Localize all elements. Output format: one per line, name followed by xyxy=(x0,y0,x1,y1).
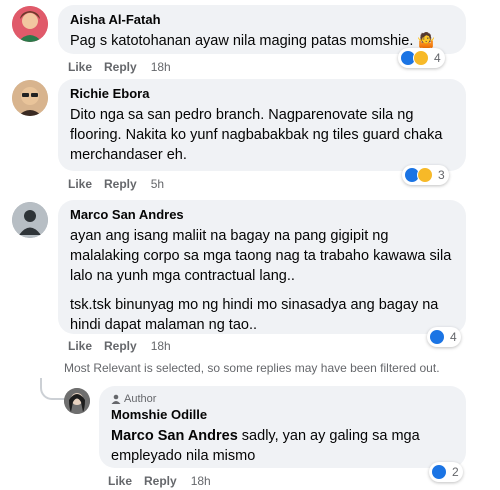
avatar[interactable] xyxy=(12,80,48,116)
reaction-summary[interactable]: 3 xyxy=(402,165,449,185)
reaction-summary[interactable]: 4 xyxy=(427,327,461,347)
comment-paragraph: ayan ang isang maliit na bagay na pang g… xyxy=(70,228,452,284)
avatar-photo-icon xyxy=(12,80,48,116)
avatar[interactable] xyxy=(12,202,48,238)
author-badge: Author xyxy=(111,392,454,406)
reply-thread-line xyxy=(40,378,64,400)
author-badge-label: Author xyxy=(124,393,157,405)
avatar-photo-icon xyxy=(12,202,48,238)
reaction-count: 4 xyxy=(434,51,441,65)
comment-actions: Like Reply 18h xyxy=(68,60,171,74)
comment-text: ayan ang isang maliit na bagay na pang g… xyxy=(70,226,454,335)
comment-author[interactable]: Aisha Al-Fatah xyxy=(70,12,454,28)
comment-paragraph: tsk.tsk binunyag mo ng hindi mo sinasady… xyxy=(70,297,439,333)
reply-mention[interactable]: Marco San Andres xyxy=(111,428,238,444)
reply-author[interactable]: Momshie Odille xyxy=(111,407,454,423)
like-button[interactable]: Like xyxy=(108,474,132,488)
reply-actions: Like Reply 18h xyxy=(108,474,211,488)
reaction-count: 4 xyxy=(450,330,457,344)
avatar-photo-icon xyxy=(64,388,90,414)
comment-bubble: Richie Ebora Dito nga sa san pedro branc… xyxy=(58,79,466,171)
filter-note: Most Relevant is selected, so some repli… xyxy=(64,361,440,375)
sad-reaction-icon xyxy=(413,50,429,66)
avatar[interactable] xyxy=(12,6,48,42)
reaction-count: 3 xyxy=(438,168,445,182)
like-button[interactable]: Like xyxy=(68,177,92,191)
like-reaction-icon xyxy=(431,464,447,480)
comment-bubble: Marco San Andres ayan ang isang maliit n… xyxy=(58,200,466,334)
comment-bubble: Aisha Al-Fatah Pag s katotohanan ayaw ni… xyxy=(58,5,466,54)
avatar[interactable] xyxy=(64,388,90,414)
reply-text: Marco San Andres sadly, yan ay galing sa… xyxy=(111,426,454,466)
avatar-photo-icon xyxy=(12,6,48,42)
reaction-summary[interactable]: 2 xyxy=(429,462,463,482)
comment-actions: Like Reply 18h xyxy=(68,339,171,353)
reply-timestamp[interactable]: 18h xyxy=(191,474,211,488)
reply-button[interactable]: Reply xyxy=(104,339,137,353)
like-reaction-icon xyxy=(429,329,445,345)
author-badge-icon xyxy=(111,394,121,404)
reaction-summary[interactable]: 4 xyxy=(398,48,445,68)
reply-bubble: Author Momshie Odille Marco San Andres s… xyxy=(99,386,466,468)
haha-reaction-icon xyxy=(417,167,433,183)
reply-button[interactable]: Reply xyxy=(104,177,137,191)
comment-timestamp[interactable]: 5h xyxy=(151,177,164,191)
like-button[interactable]: Like xyxy=(68,60,92,74)
reply-button[interactable]: Reply xyxy=(104,60,137,74)
comment-timestamp[interactable]: 18h xyxy=(151,339,171,353)
comment-author[interactable]: Richie Ebora xyxy=(70,86,454,102)
comment-author[interactable]: Marco San Andres xyxy=(70,207,454,223)
comment-text: Dito nga sa san pedro branch. Nagparenov… xyxy=(70,107,443,163)
like-button[interactable]: Like xyxy=(68,339,92,353)
comment-text: Pag s katotohanan ayaw nila maging patas… xyxy=(70,33,436,49)
comment-actions: Like Reply 5h xyxy=(68,177,164,191)
reaction-count: 2 xyxy=(452,465,459,479)
comment-timestamp[interactable]: 18h xyxy=(151,60,171,74)
reply-button[interactable]: Reply xyxy=(144,474,177,488)
